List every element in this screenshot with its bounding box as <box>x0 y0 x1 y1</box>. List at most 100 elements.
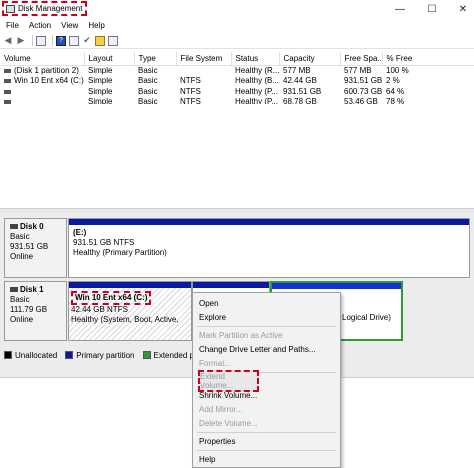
menu-help-item[interactable]: Help <box>193 452 340 466</box>
back-arrow-icon[interactable]: ◀ <box>3 35 13 46</box>
disk-icon <box>10 224 18 230</box>
menu-shrink-volume[interactable]: Shrink Volume... <box>193 388 340 402</box>
legend-swatch-extended <box>142 351 151 359</box>
primary-partition-bar <box>193 282 269 288</box>
forward-arrow-icon[interactable]: ▶ <box>16 35 26 46</box>
table-cell: 600.73 GB <box>344 86 382 96</box>
column-header[interactable]: % Free <box>382 52 474 66</box>
close-button[interactable]: ✕ <box>453 2 473 16</box>
table-cell: NTFS <box>180 86 201 96</box>
close-icon: ✕ <box>458 3 468 15</box>
logical-drive-label: Logical Drive) <box>342 313 391 322</box>
window-title: Disk Management <box>18 4 83 13</box>
menu-open[interactable]: Open <box>193 296 340 310</box>
partition-legend: Unallocated Primary partition Extended p <box>4 349 202 361</box>
column-header[interactable]: Status <box>231 52 280 66</box>
table-cell: 931.51 GB <box>283 86 322 96</box>
table-cell: Healthy (B... <box>235 76 279 86</box>
legend-swatch-unallocated <box>4 351 12 359</box>
volume-icon <box>4 79 11 84</box>
help-icon[interactable]: ? <box>56 35 66 46</box>
menu-file[interactable]: File <box>0 21 24 30</box>
disk1-partition-c[interactable]: Win 10 Ent x64 (C:) 42.44 GB NTFS Health… <box>68 281 192 341</box>
table-cell: 42.44 GB <box>283 76 317 86</box>
properties-icon[interactable] <box>69 35 79 46</box>
partition-label: (E:) <box>73 228 87 237</box>
menu-delete-volume: Delete Volume... <box>199 418 258 428</box>
window-title-annotation: Disk Management <box>2 1 87 16</box>
table-row[interactable]: Win 10 Ent x64 (C:) Simple Basic NTFS He… <box>0 76 474 87</box>
table-row[interactable]: (Disk 1 partition 2) Simple Basic Health… <box>0 65 474 76</box>
table-cell: Basic <box>138 86 158 96</box>
context-menu: Open Explore Mark Partition as Active Ch… <box>192 292 341 468</box>
table-cell: Simple <box>88 86 113 96</box>
disk1-name: Disk 1 <box>20 285 44 294</box>
menu-properties[interactable]: Properties <box>193 434 340 448</box>
volume-list-empty-area <box>0 104 474 208</box>
column-header[interactable]: Free Spa... <box>340 52 383 66</box>
menu-help[interactable]: Help <box>83 21 109 30</box>
menu-add-mirror: Add Mirror... <box>199 404 243 414</box>
disk0-partition-e[interactable]: (E:) 931.51 GB NTFS Healthy (Primary Par… <box>68 218 470 278</box>
table-cell: Simple <box>88 66 113 75</box>
table-cell: NTFS <box>180 76 201 86</box>
minimize-icon: — <box>395 3 405 15</box>
table-row[interactable]: Simple Basic NTFS Healthy (P... 931.51 G… <box>0 86 474 97</box>
maximize-button[interactable]: ☐ <box>422 2 442 16</box>
legend-label: Extended p <box>153 350 194 360</box>
c-drive-annotation: Win 10 Ent x64 (C:) <box>71 291 152 305</box>
partition-size: 42.44 GB NTFS <box>71 305 128 314</box>
column-header[interactable]: File System <box>176 52 232 66</box>
menu-view[interactable]: View <box>56 21 83 30</box>
menu-bar: File Action View Help <box>0 19 474 32</box>
table-cell: 931.51 GB <box>344 76 382 86</box>
volume-table: Volume Layout Type File System Status Ca… <box>0 52 474 107</box>
table-cell: Basic <box>138 66 158 75</box>
partition-size: 931.51 GB NTFS <box>73 238 135 247</box>
disk1-status: Online <box>10 315 34 324</box>
menu-change-drive-letter[interactable]: Change Drive Letter and Paths... <box>193 342 340 356</box>
menu-separator <box>197 450 336 451</box>
column-header[interactable]: Type <box>134 52 177 66</box>
table-cell: 577 MB <box>344 66 372 75</box>
toolbar: ◀ ▶ ? ✔ <box>0 33 474 49</box>
disk0-status: Online <box>10 252 34 261</box>
menu-extend-volume: Extend Volume... <box>196 370 259 392</box>
disk0-name: Disk 0 <box>20 222 44 231</box>
disk-management-icon <box>6 4 15 13</box>
table-cell: Healthy (P... <box>235 86 278 96</box>
toolbar-separator <box>32 35 33 46</box>
table-cell: Win 10 Ent x64 (C:) <box>0 76 84 87</box>
column-header[interactable]: Layout <box>84 52 135 66</box>
minimize-button[interactable]: — <box>390 2 410 16</box>
table-cell <box>0 86 84 97</box>
menu-separator <box>197 432 336 433</box>
disk1-label[interactable]: Disk 1 Basic 111.79 GB Online <box>4 281 67 341</box>
legend-label: Primary partition <box>76 350 135 360</box>
folder-icon[interactable] <box>95 35 105 46</box>
disk0-label[interactable]: Disk 0 Basic 931.51 GB Online <box>4 218 67 278</box>
volume-icon <box>4 68 11 73</box>
disk1-type: Basic <box>10 295 30 304</box>
table-cell <box>176 65 231 76</box>
disk0-type: Basic <box>10 232 30 241</box>
table-header-row: Volume Layout Type File System Status Ca… <box>0 52 474 66</box>
check-icon[interactable]: ✔ <box>82 35 92 46</box>
partition-status: Healthy (System, Boot, Active, <box>71 315 179 324</box>
refresh-icon[interactable] <box>108 35 118 46</box>
table-cell: (Disk 1 partition 2) <box>0 65 84 76</box>
table-cell: 64 % <box>386 86 405 96</box>
menu-explore[interactable]: Explore <box>193 310 340 324</box>
partition-status: Healthy (Primary Partition) <box>73 248 167 257</box>
title-bar: Disk Management — ☐ ✕ <box>0 0 474 18</box>
toolbar-separator <box>52 35 53 46</box>
disk-list-icon[interactable] <box>36 35 46 46</box>
disk0-size: 931.51 GB <box>10 242 49 251</box>
disk1-size: 111.79 GB <box>10 305 48 314</box>
table-cell: 577 MB <box>283 66 311 75</box>
menu-mark-active: Mark Partition as Active <box>199 330 283 340</box>
column-header[interactable]: Capacity <box>279 52 341 66</box>
column-header[interactable]: Volume <box>0 52 85 66</box>
menu-action[interactable]: Action <box>24 21 56 30</box>
volume-icon <box>4 89 11 94</box>
